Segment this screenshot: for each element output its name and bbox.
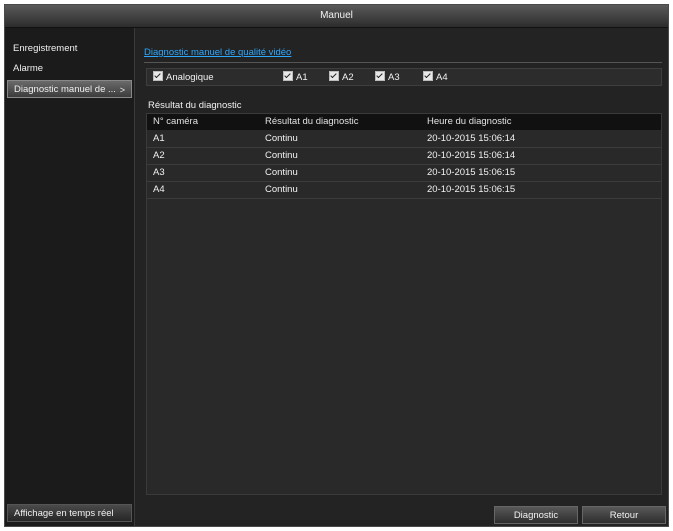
camera-cell: A3 bbox=[153, 167, 165, 178]
checkbox-label: A3 bbox=[388, 72, 400, 83]
time-cell: 20-10-2015 15:06:15 bbox=[427, 184, 516, 195]
table-row[interactable]: A4 Continu 20-10-2015 15:06:15 bbox=[147, 182, 661, 199]
check-icon bbox=[283, 71, 293, 81]
check-icon bbox=[329, 71, 339, 81]
chevron-right-icon: > bbox=[119, 85, 125, 95]
sidebar-item-manual-diagnostic[interactable]: Diagnostic manuel de ... > bbox=[7, 80, 132, 98]
checkbox-label: A2 bbox=[342, 72, 354, 83]
table-row[interactable]: A1 Continu 20-10-2015 15:06:14 bbox=[147, 131, 661, 148]
sidebar-item-alarm[interactable]: Alarme bbox=[7, 60, 132, 78]
time-cell: 20-10-2015 15:06:14 bbox=[427, 150, 516, 161]
sidebar-item-label: Alarme bbox=[13, 63, 44, 74]
section-title[interactable]: Diagnostic manuel de qualité vidéo bbox=[144, 46, 662, 63]
sidebar-item-recording[interactable]: Enregistrement bbox=[7, 40, 132, 58]
check-icon bbox=[153, 71, 163, 81]
checkbox-a3[interactable]: A3 bbox=[375, 71, 400, 84]
check-icon bbox=[375, 71, 385, 81]
channel-selector-bar: Analogique A1 A2 A3 A4 bbox=[146, 68, 662, 86]
camera-cell: A2 bbox=[153, 150, 165, 161]
diagnostic-button[interactable]: Diagnostic bbox=[494, 506, 578, 524]
live-view-button[interactable]: Affichage en temps réel bbox=[7, 504, 132, 522]
back-button[interactable]: Retour bbox=[582, 506, 666, 524]
camera-cell: A4 bbox=[153, 184, 165, 195]
checkbox-analog[interactable]: Analogique bbox=[153, 71, 214, 84]
main-panel: Diagnostic manuel de qualité vidéo Analo… bbox=[136, 28, 668, 526]
sidebar-item-label: Enregistrement bbox=[13, 43, 78, 54]
table-header: N° caméra Résultat du diagnostic Heure d… bbox=[147, 114, 661, 130]
sidebar-item-label: Diagnostic manuel de ... bbox=[14, 84, 116, 95]
checkbox-label: A1 bbox=[296, 72, 308, 83]
diagnostic-table: N° caméra Résultat du diagnostic Heure d… bbox=[146, 113, 662, 495]
table-row[interactable]: A2 Continu 20-10-2015 15:06:14 bbox=[147, 148, 661, 165]
result-cell: Continu bbox=[265, 184, 298, 195]
checkbox-label: A4 bbox=[436, 72, 448, 83]
checkbox-a1[interactable]: A1 bbox=[283, 71, 308, 84]
checkbox-a2[interactable]: A2 bbox=[329, 71, 354, 84]
camera-cell: A1 bbox=[153, 133, 165, 144]
column-header-result: Résultat du diagnostic bbox=[265, 116, 359, 127]
column-header-camera: N° caméra bbox=[153, 116, 198, 127]
result-label: Résultat du diagnostic bbox=[148, 100, 242, 111]
checkbox-label: Analogique bbox=[166, 72, 214, 83]
table-row[interactable]: A3 Continu 20-10-2015 15:06:15 bbox=[147, 165, 661, 182]
time-cell: 20-10-2015 15:06:14 bbox=[427, 133, 516, 144]
result-cell: Continu bbox=[265, 167, 298, 178]
manual-window: Manuel Enregistrement Alarme Diagnostic … bbox=[4, 4, 669, 527]
time-cell: 20-10-2015 15:06:15 bbox=[427, 167, 516, 178]
check-icon bbox=[423, 71, 433, 81]
checkbox-a4[interactable]: A4 bbox=[423, 71, 448, 84]
window-title: Manuel bbox=[5, 5, 668, 28]
result-cell: Continu bbox=[265, 133, 298, 144]
column-header-time: Heure du diagnostic bbox=[427, 116, 512, 127]
sidebar: Enregistrement Alarme Diagnostic manuel … bbox=[5, 28, 135, 526]
result-cell: Continu bbox=[265, 150, 298, 161]
